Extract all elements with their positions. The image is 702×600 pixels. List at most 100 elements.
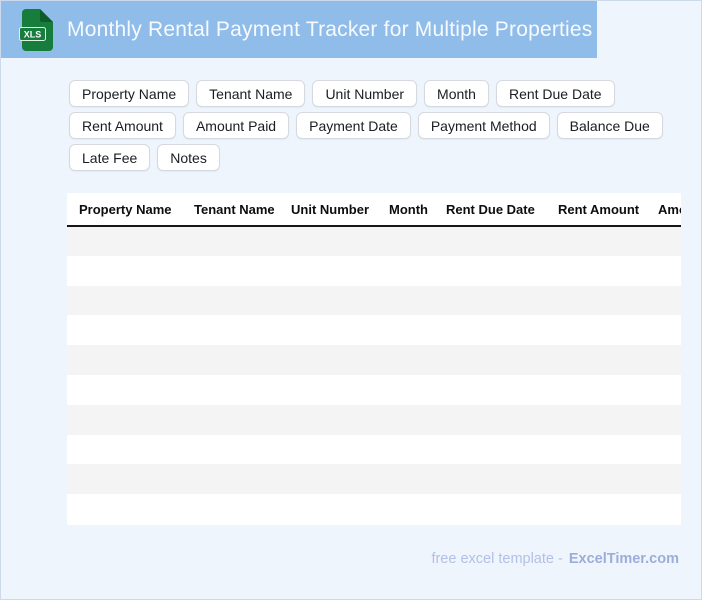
table-cell <box>546 494 646 524</box>
table-cell <box>434 435 546 465</box>
table-cell <box>67 315 182 345</box>
field-chip-rent-due-date[interactable]: Rent Due Date <box>495 80 615 107</box>
table-cell <box>67 494 182 524</box>
table-cell <box>546 435 646 465</box>
file-fold <box>40 8 53 22</box>
table-row <box>67 285 681 316</box>
table-cell <box>279 404 377 435</box>
table-cell <box>546 226 646 256</box>
table-cell <box>182 285 279 316</box>
table-cell <box>546 345 646 375</box>
table-cell <box>279 375 377 405</box>
table-cell <box>377 404 434 435</box>
xls-file-icon: XLS <box>19 8 53 51</box>
table-cell <box>279 435 377 465</box>
table-cell <box>434 464 546 495</box>
header-bar: XLS Monthly Rental Payment Tracker for M… <box>1 1 597 58</box>
table-cell <box>67 285 182 316</box>
table-row <box>67 494 681 524</box>
field-chip-payment-date[interactable]: Payment Date <box>296 112 411 139</box>
table-cell <box>377 494 434 524</box>
table-body <box>67 226 681 524</box>
table-cell <box>182 464 279 495</box>
table-cell <box>67 464 182 495</box>
table-cell <box>279 315 377 345</box>
file-label-text: XLS <box>24 29 42 39</box>
table-cell <box>646 494 681 524</box>
field-chip-month[interactable]: Month <box>424 80 489 107</box>
field-chip-property-name[interactable]: Property Name <box>69 80 190 107</box>
tracker-table-container: Property Name Tenant Name Unit Number Month… <box>67 193 681 525</box>
table-cell <box>646 345 681 375</box>
table-cell <box>434 285 546 316</box>
footer-label: free excel template - <box>431 551 563 567</box>
page-title: Monthly Rental Payment Tracker for Multi… <box>67 17 593 41</box>
table-cell <box>546 256 646 286</box>
table-cell <box>67 375 182 405</box>
table-row <box>67 256 681 286</box>
table-cell <box>434 256 546 286</box>
table-cell <box>279 494 377 524</box>
column-header-property-name: Property Name <box>67 193 182 227</box>
field-chips: Property Name Tenant Name Unit Number Month… <box>69 80 669 171</box>
table-cell <box>182 345 279 375</box>
table-cell <box>646 375 681 405</box>
table-cell <box>646 404 681 435</box>
table-cell <box>377 285 434 316</box>
table-row <box>67 435 681 465</box>
table-cell <box>377 375 434 405</box>
table-cell <box>646 464 681 495</box>
field-chip-tenant-name[interactable]: Tenant Name <box>196 80 306 107</box>
table-cell <box>377 226 434 256</box>
table-row <box>67 464 681 495</box>
table-cell <box>434 404 546 435</box>
table-cell <box>182 404 279 435</box>
column-header-month: Month <box>377 193 434 227</box>
table-cell <box>546 315 646 345</box>
table-cell <box>377 256 434 286</box>
table-row <box>67 404 681 435</box>
table-cell <box>279 256 377 286</box>
column-header-unit-number: Unit Number <box>279 193 377 227</box>
table-cell <box>646 256 681 286</box>
footer-credit: free excel template - ExcelTimer.com <box>431 551 679 567</box>
table-cell <box>434 375 546 405</box>
field-chip-rent-amount[interactable]: Rent Amount <box>69 112 176 139</box>
table-cell <box>182 375 279 405</box>
table-cell <box>646 285 681 316</box>
table-cell <box>546 285 646 316</box>
field-chip-payment-method[interactable]: Payment Method <box>417 112 550 139</box>
table-cell <box>546 404 646 435</box>
table-cell <box>546 375 646 405</box>
table-cell <box>377 345 434 375</box>
table-cell <box>434 345 546 375</box>
field-chip-balance-due[interactable]: Balance Due <box>556 112 663 139</box>
table-cell <box>182 494 279 524</box>
table-cell <box>646 315 681 345</box>
table-cell <box>182 315 279 345</box>
page: XLS Monthly Rental Payment Tracker for M… <box>0 0 702 600</box>
table-cell <box>279 464 377 495</box>
table-row <box>67 226 681 256</box>
field-chip-late-fee[interactable]: Late Fee <box>69 144 151 171</box>
table-cell <box>279 226 377 256</box>
tracker-table: Property Name Tenant Name Unit Number Month… <box>67 193 681 524</box>
table-cell <box>377 315 434 345</box>
footer-brand-link[interactable]: ExcelTimer.com <box>569 551 679 567</box>
table-cell <box>67 226 182 256</box>
field-chip-unit-number[interactable]: Unit Number <box>312 80 418 107</box>
table-cell <box>67 345 182 375</box>
column-header-tenant-name: Tenant Name <box>182 193 279 227</box>
table-cell <box>279 345 377 375</box>
table-cell <box>546 464 646 495</box>
table-cell <box>434 315 546 345</box>
table-cell <box>377 435 434 465</box>
field-chip-amount-paid[interactable]: Amount Paid <box>182 112 290 139</box>
table-row <box>67 345 681 375</box>
field-chip-notes[interactable]: Notes <box>157 144 220 171</box>
table-cell <box>434 226 546 256</box>
column-header-rent-amount: Rent Amount <box>546 193 646 227</box>
column-header-rent-due-date: Rent Due Date <box>434 193 546 227</box>
table-cell <box>279 285 377 316</box>
table-cell <box>182 226 279 256</box>
